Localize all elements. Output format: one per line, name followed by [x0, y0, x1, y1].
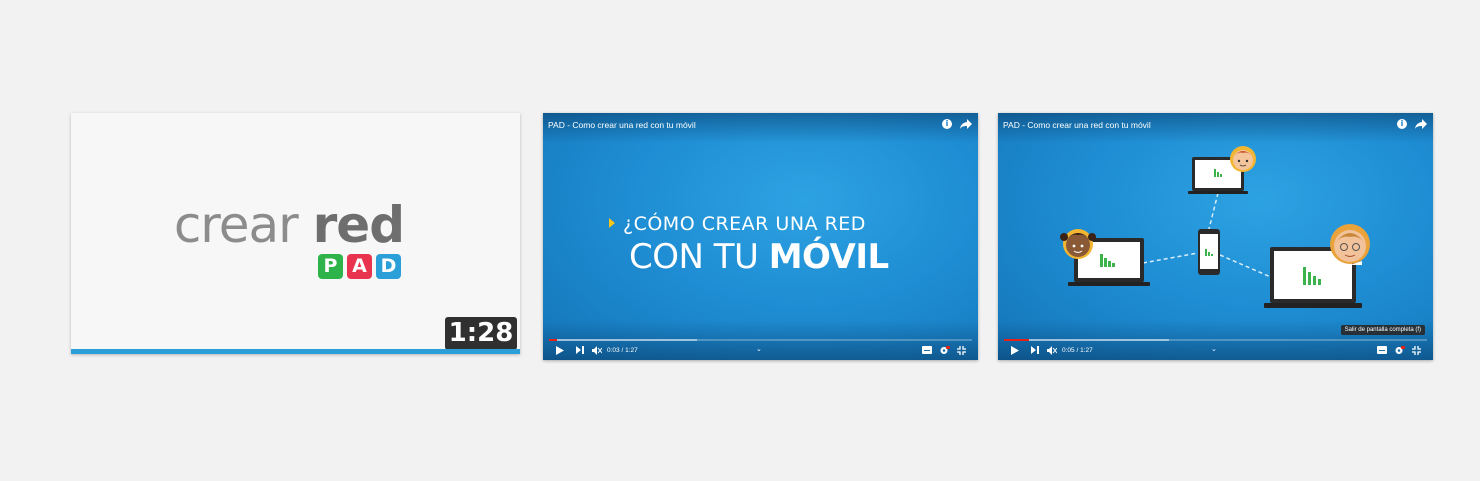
- subtitles-icon[interactable]: [1377, 346, 1387, 354]
- pad-badge-a: A: [347, 254, 372, 279]
- fullscreen-tooltip: Salir de pantalla completa (f): [1340, 325, 1425, 335]
- video-player-1[interactable]: PAD - Como crear una red con tu móvil i …: [543, 113, 978, 360]
- headline-line-2-regular: CON TU: [629, 237, 769, 277]
- video-title[interactable]: PAD - Como crear una red con tu móvil: [1003, 120, 1151, 130]
- seek-bar-played: [549, 339, 558, 341]
- pad-badge-d: D: [376, 254, 401, 279]
- title-card-headline: ¿CÓMO CREAR UNA RED CON TU MÓVIL: [609, 213, 889, 277]
- next-icon[interactable]: [1031, 346, 1039, 354]
- mute-icon[interactable]: [1047, 346, 1057, 355]
- video-title[interactable]: PAD - Como crear una red con tu móvil: [548, 120, 696, 130]
- next-icon[interactable]: [576, 346, 584, 354]
- phone: [1198, 229, 1220, 275]
- seek-bar[interactable]: [1004, 339, 1427, 341]
- settings-gear-icon[interactable]: [939, 346, 950, 355]
- video-thumbnail[interactable]: crear red P A D 1:28: [71, 113, 520, 354]
- pad-badge-p: P: [318, 254, 343, 279]
- chevron-down-icon[interactable]: ⌄: [1211, 345, 1217, 353]
- info-icon[interactable]: i: [1397, 119, 1407, 129]
- seek-bar[interactable]: [549, 339, 972, 341]
- exit-fullscreen-icon[interactable]: [957, 346, 966, 355]
- player-controls: 0:03 / 1:27 ⌄: [543, 342, 978, 360]
- share-icon[interactable]: [1415, 119, 1427, 129]
- headline-line-1: ¿CÓMO CREAR UNA RED: [623, 213, 866, 235]
- play-arrow-accent-icon: [609, 218, 615, 228]
- thumbnail-logo-text: crear red: [71, 196, 405, 254]
- play-icon[interactable]: [1011, 346, 1019, 355]
- headline-line-2: CON TU MÓVIL: [629, 237, 889, 277]
- player-controls: 0:05 / 1:27 ⌄: [998, 342, 1433, 360]
- avatar-boy: [1230, 146, 1256, 172]
- exit-fullscreen-icon[interactable]: [1412, 346, 1421, 355]
- subtitles-icon[interactable]: [922, 346, 932, 354]
- thumbnail-watched-bar: [71, 349, 520, 354]
- pad-logo: P A D: [318, 254, 401, 279]
- logo-word-red: red: [312, 196, 405, 254]
- video-player-2[interactable]: PAD - Como crear una red con tu móvil i: [998, 113, 1433, 360]
- headline-line-2-bold: MÓVIL: [768, 237, 889, 277]
- settings-gear-icon[interactable]: [1394, 346, 1405, 355]
- info-icon[interactable]: i: [942, 119, 952, 129]
- time-display: 0:05 / 1:27: [1062, 347, 1093, 354]
- play-icon[interactable]: [556, 346, 564, 355]
- time-display: 0:03 / 1:27: [607, 347, 638, 354]
- network-illustration: [1060, 146, 1370, 308]
- logo-word-crear: crear: [173, 196, 299, 254]
- seek-bar-loaded: [549, 339, 698, 341]
- chevron-down-icon[interactable]: ⌄: [756, 345, 762, 353]
- duration-badge: 1:28: [445, 317, 517, 350]
- share-icon[interactable]: [960, 119, 972, 129]
- mute-icon[interactable]: [592, 346, 602, 355]
- seek-bar-played: [1004, 339, 1030, 341]
